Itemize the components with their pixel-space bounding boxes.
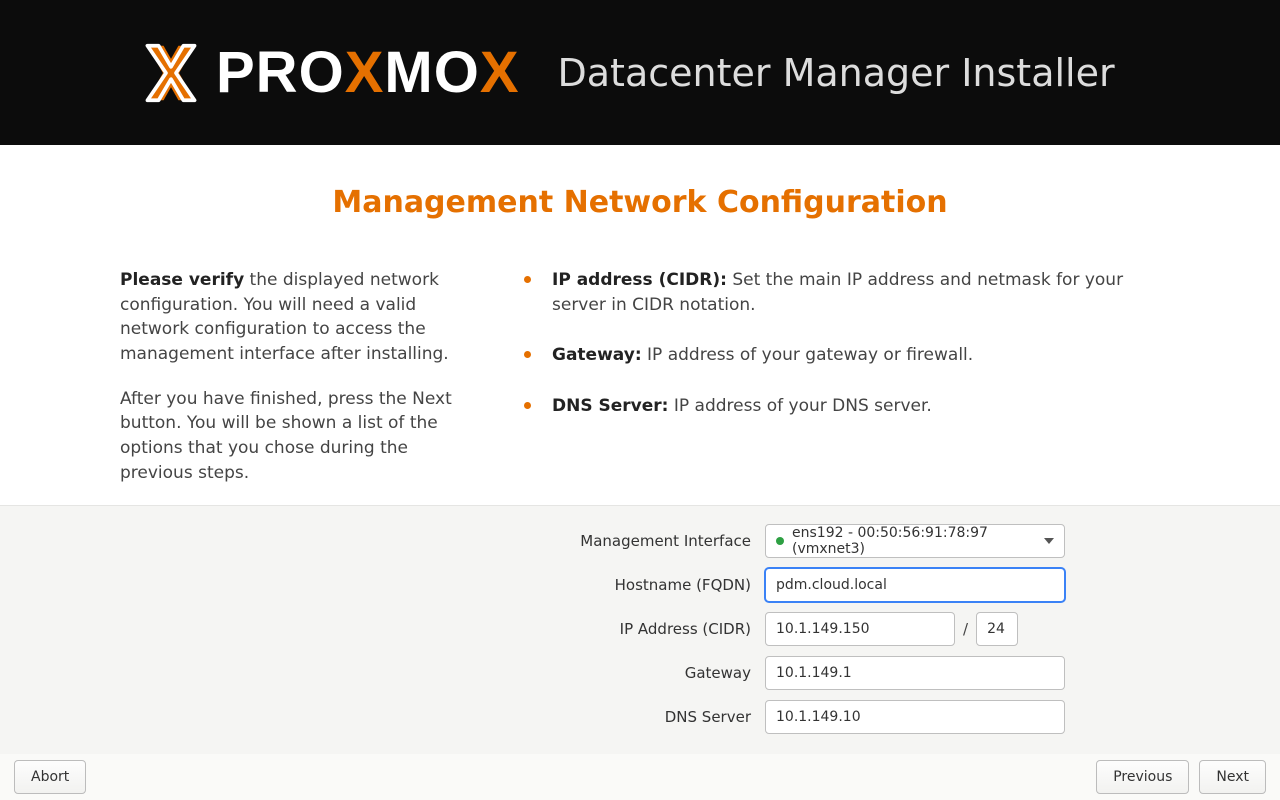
bullet-ip: IP address (CIDR): Set the main IP addre… xyxy=(520,268,1160,317)
label-dns-server: DNS Server xyxy=(205,708,765,726)
brand-logo: PROXMOX xyxy=(140,39,520,106)
label-hostname: Hostname (FQDN) xyxy=(205,576,765,594)
label-management-interface: Management Interface xyxy=(205,532,765,550)
chevron-down-icon xyxy=(1044,538,1054,544)
gateway-input[interactable] xyxy=(765,656,1065,690)
main-content: Management Network Configuration Please … xyxy=(0,145,1280,505)
header-title: Datacenter Manager Installer xyxy=(558,51,1115,95)
label-gateway: Gateway xyxy=(205,664,765,682)
intro-column: Please verify the displayed network conf… xyxy=(120,268,480,505)
intro-paragraph-1: Please verify the displayed network conf… xyxy=(120,268,480,367)
page-title: Management Network Configuration xyxy=(0,185,1280,220)
brand-wordmark: PROXMOX xyxy=(216,39,520,106)
management-interface-select[interactable]: ens192 - 00:50:56:91:78:97 (vmxnet3) xyxy=(765,524,1065,558)
info-columns: Please verify the displayed network conf… xyxy=(120,268,1160,505)
label-ip-address: IP Address (CIDR) xyxy=(205,620,765,638)
ip-address-input[interactable] xyxy=(765,612,955,646)
cidr-slash: / xyxy=(963,620,968,638)
hostname-input[interactable] xyxy=(765,568,1065,602)
interface-selected-text: ens192 - 00:50:56:91:78:97 (vmxnet3) xyxy=(792,525,1036,557)
interface-status-dot-icon xyxy=(776,537,784,545)
dns-server-input[interactable] xyxy=(765,700,1065,734)
header: PROXMOX Datacenter Manager Installer xyxy=(0,0,1280,145)
footer: Abort Previous Next xyxy=(0,754,1280,800)
network-form: Management Interface ens192 - 00:50:56:9… xyxy=(0,505,1280,754)
intro-paragraph-2: After you have finished, press the Next … xyxy=(120,387,480,486)
cidr-input[interactable] xyxy=(976,612,1018,646)
next-button[interactable]: Next xyxy=(1199,760,1266,794)
abort-button[interactable]: Abort xyxy=(14,760,86,794)
proxmox-x-icon xyxy=(140,42,202,104)
bullet-dns: DNS Server: IP address of your DNS serve… xyxy=(520,394,1160,419)
bullets-column: IP address (CIDR): Set the main IP addre… xyxy=(520,268,1160,505)
bullet-gateway: Gateway: IP address of your gateway or f… xyxy=(520,343,1160,368)
previous-button[interactable]: Previous xyxy=(1096,760,1189,794)
